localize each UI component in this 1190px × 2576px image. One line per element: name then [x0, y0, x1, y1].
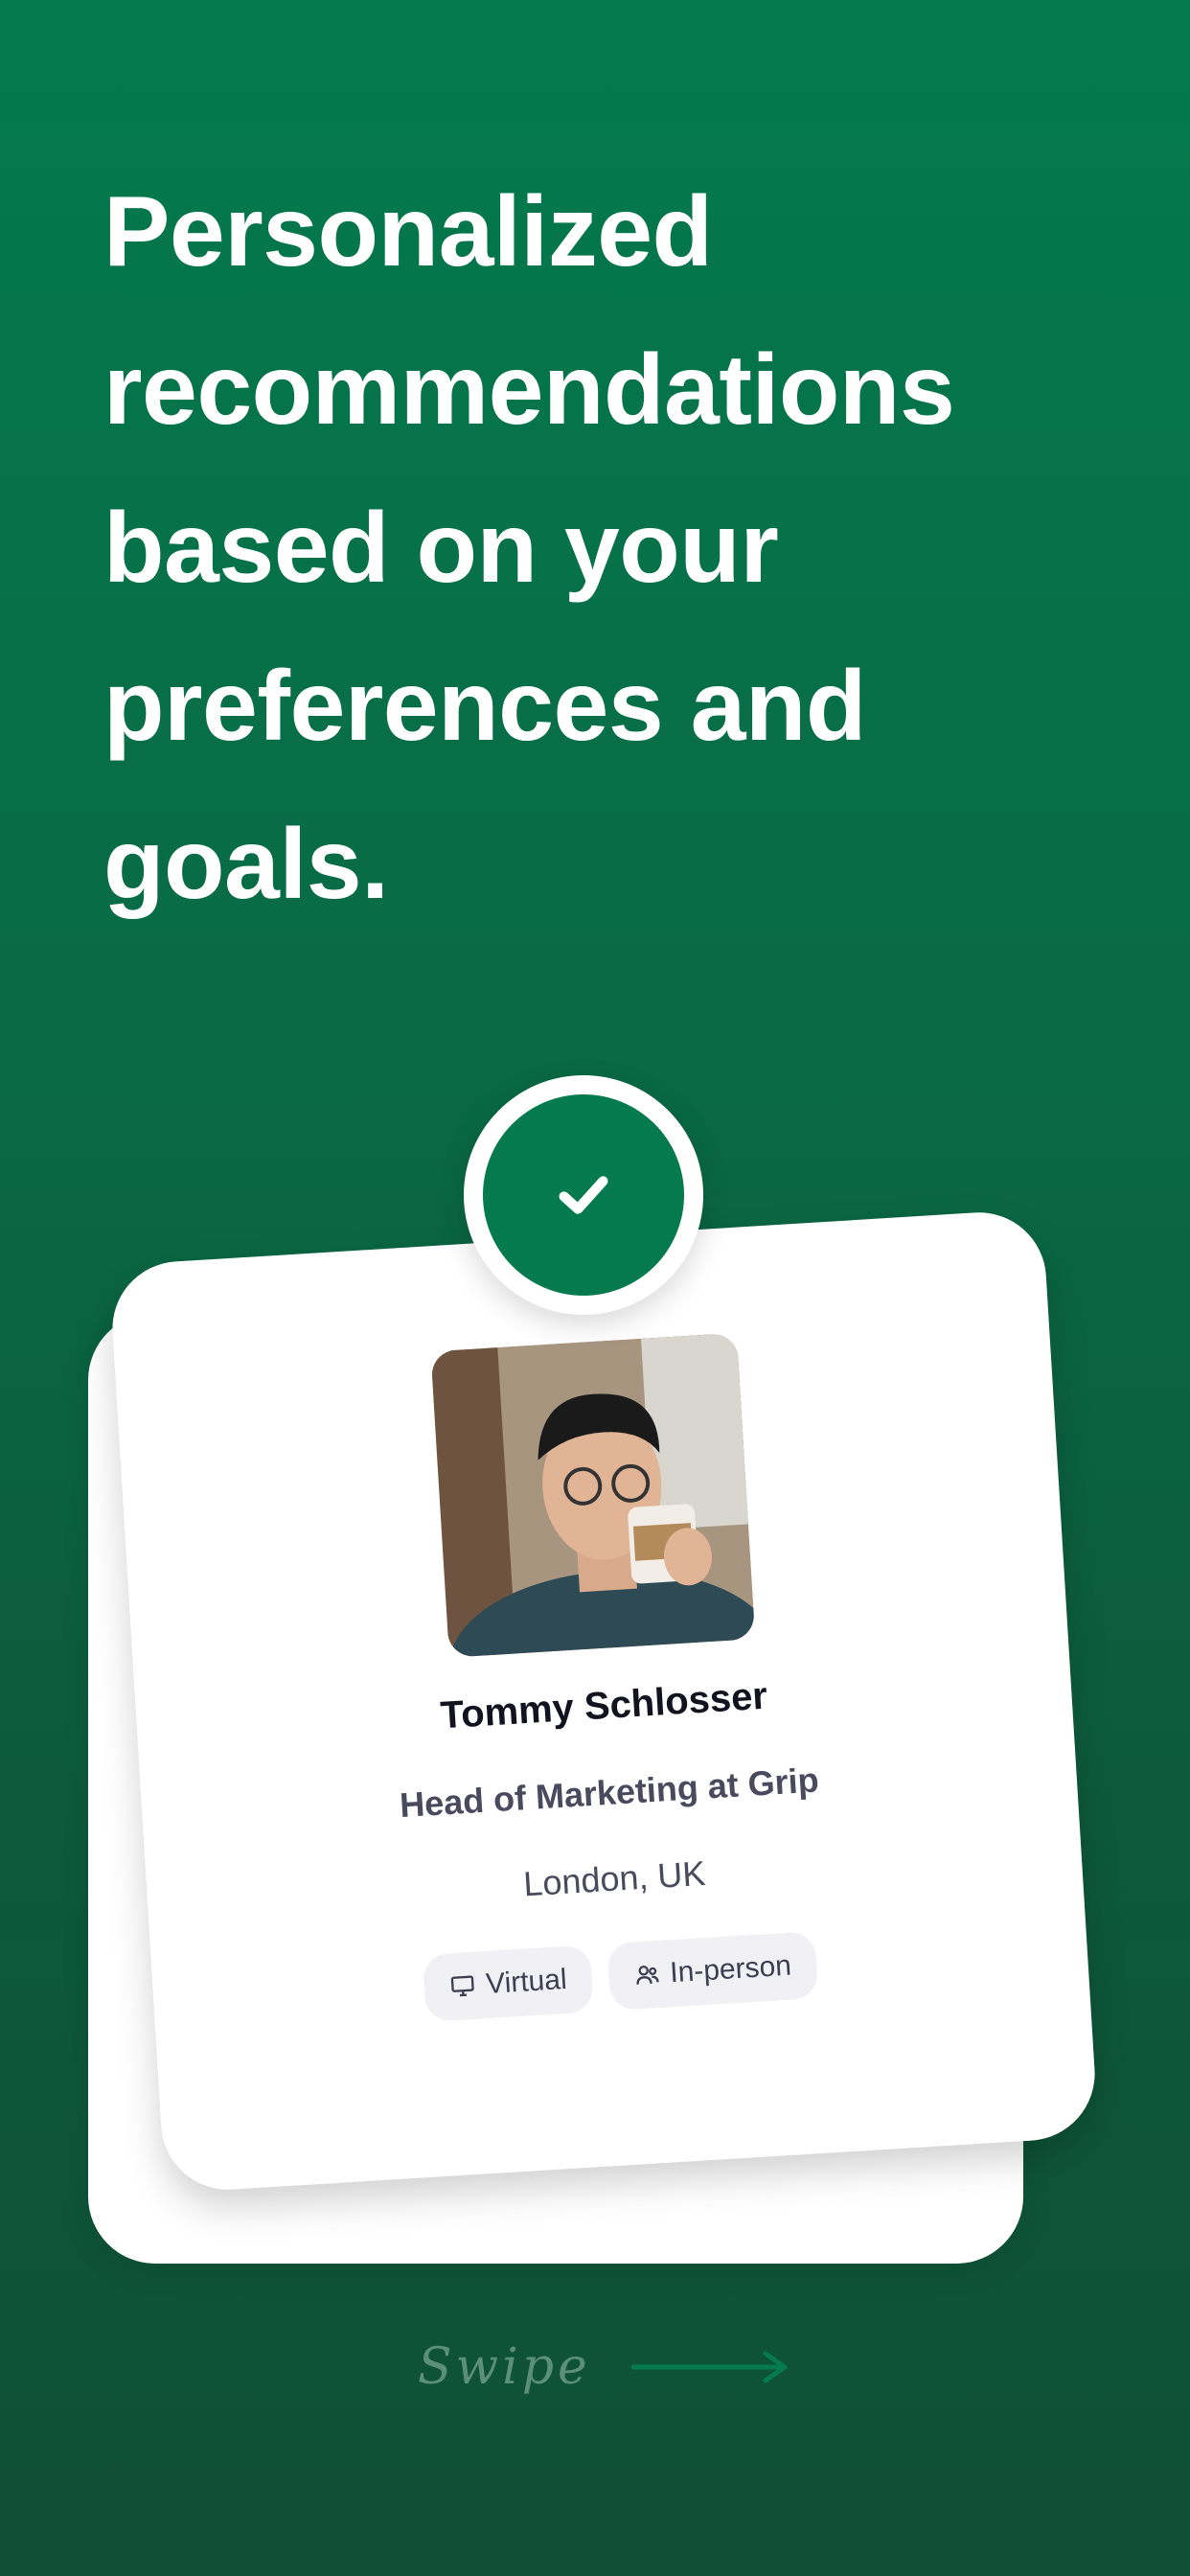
headline: Personalized recommendations based on yo…: [103, 176, 955, 920]
profile-photo: [430, 1332, 756, 1658]
profile-role: Head of Marketing at Grip: [398, 1760, 820, 1826]
monitor-icon: [451, 1975, 475, 1997]
tag-in-person: In-person: [606, 1931, 818, 2012]
tag-virtual-label: Virtual: [485, 1963, 568, 2001]
tag-in-person-label: In-person: [669, 1949, 792, 1990]
meeting-tags: Virtual In-person: [151, 1915, 1088, 2038]
people-icon: [636, 1966, 659, 1985]
swipe-hint[interactable]: Swipe: [418, 2338, 792, 2396]
tag-virtual: Virtual: [423, 1944, 594, 2022]
profile-name: Tommy Schlosser: [439, 1674, 769, 1737]
profile-card[interactable]: Tommy Schlosser Head of Marketing at Gri…: [108, 1208, 1099, 2194]
swipe-label: Swipe: [418, 2338, 591, 2396]
match-badge: [464, 1075, 703, 1315]
check-icon: [559, 1176, 608, 1214]
profile-location: London, UK: [522, 1852, 707, 1904]
arrow-right-icon: [630, 2351, 788, 2383]
